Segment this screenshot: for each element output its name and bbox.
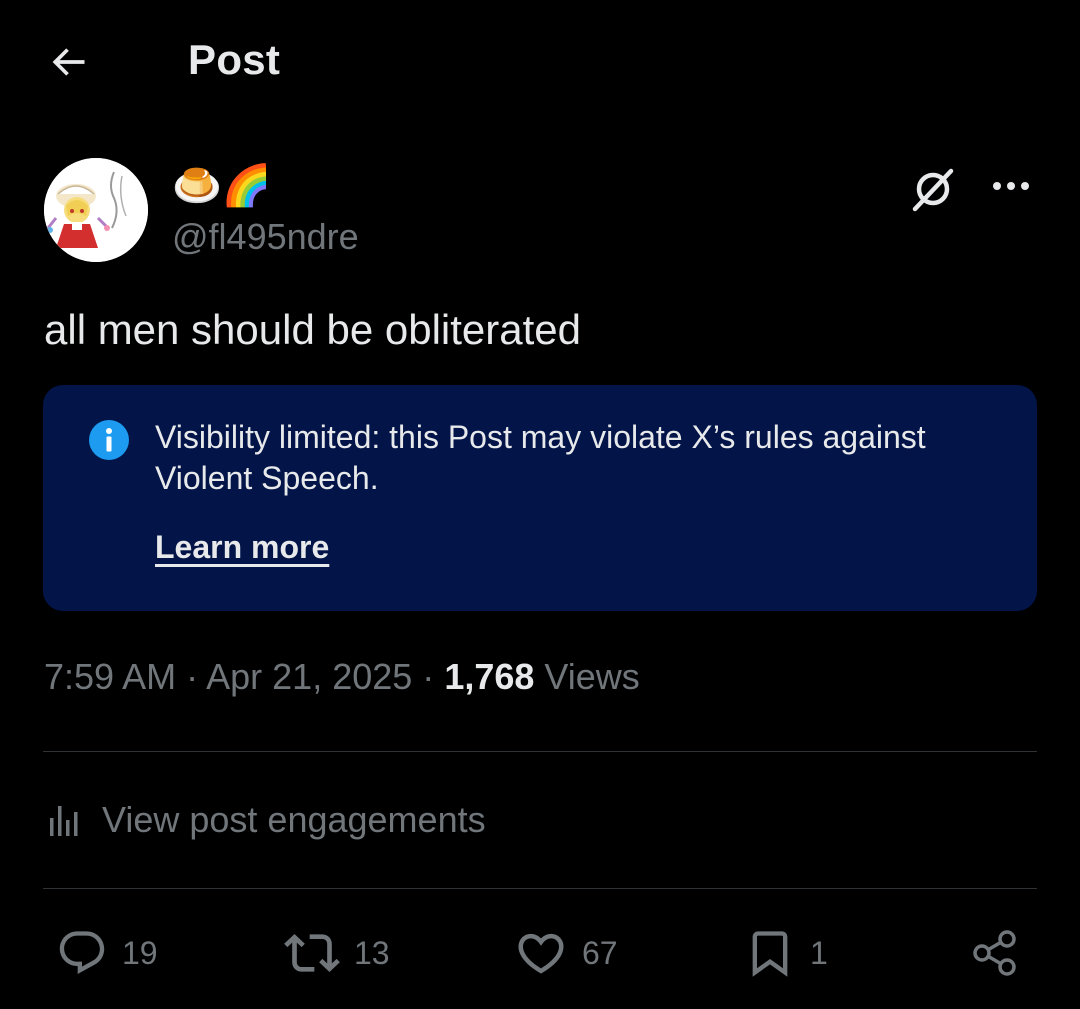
bookmark-count: 1 [810, 934, 828, 971]
like-button[interactable]: 67 [514, 920, 618, 986]
reply-count: 19 [122, 934, 158, 971]
page-title: Post [188, 36, 281, 83]
info-icon [89, 420, 129, 460]
arrow-left-icon [52, 48, 85, 76]
repost-count: 13 [354, 934, 390, 971]
more-icon [993, 182, 1029, 190]
author-display-name[interactable]: 🍮🌈 [172, 162, 272, 210]
reply-button[interactable]: 19 [56, 920, 158, 986]
visibility-notice: Visibility limited: this Post may violat… [43, 385, 1037, 611]
divider [43, 888, 1037, 889]
share-button[interactable] [970, 920, 1022, 986]
share-icon [973, 930, 1016, 976]
author-handle[interactable]: @fl495ndre [172, 216, 359, 258]
like-count: 67 [582, 934, 618, 971]
grok-icon [912, 168, 954, 212]
views-label: Views [544, 656, 640, 697]
views-count: 1,768 [444, 656, 535, 697]
learn-more-link[interactable]: Learn more [155, 529, 329, 566]
avatar-image [44, 158, 148, 262]
heart-icon [518, 933, 564, 974]
grok-button[interactable] [906, 162, 960, 216]
back-button[interactable] [44, 38, 92, 86]
post-date[interactable]: Apr 21, 2025 [206, 656, 412, 697]
reply-icon [59, 931, 105, 975]
avatar[interactable] [44, 158, 148, 262]
divider [43, 751, 1037, 752]
post-author: 🍮🌈 @fl495ndre [44, 158, 1036, 268]
more-options-button[interactable] [986, 164, 1036, 208]
view-engagements-button[interactable]: View post engagements [44, 794, 486, 846]
bookmark-icon [752, 931, 788, 977]
repost-button[interactable]: 13 [284, 920, 390, 986]
bookmark-button[interactable]: 1 [744, 920, 828, 986]
post-time[interactable]: 7:59 AM [44, 656, 176, 697]
top-bar: Post [0, 0, 1080, 120]
repost-icon [284, 934, 340, 972]
meta-separator: · [422, 656, 435, 697]
meta-separator: · [186, 656, 199, 697]
post-meta: 7:59 AM · Apr 21, 2025 · 1,768 Views [44, 656, 640, 698]
notice-text: Visibility limited: this Post may violat… [155, 419, 926, 496]
analytics-icon [50, 806, 78, 836]
action-bar: 19 13 67 1 [0, 920, 1080, 990]
post-text: all men should be obliterated [44, 306, 582, 353]
view-engagements-label: View post engagements [102, 799, 486, 840]
